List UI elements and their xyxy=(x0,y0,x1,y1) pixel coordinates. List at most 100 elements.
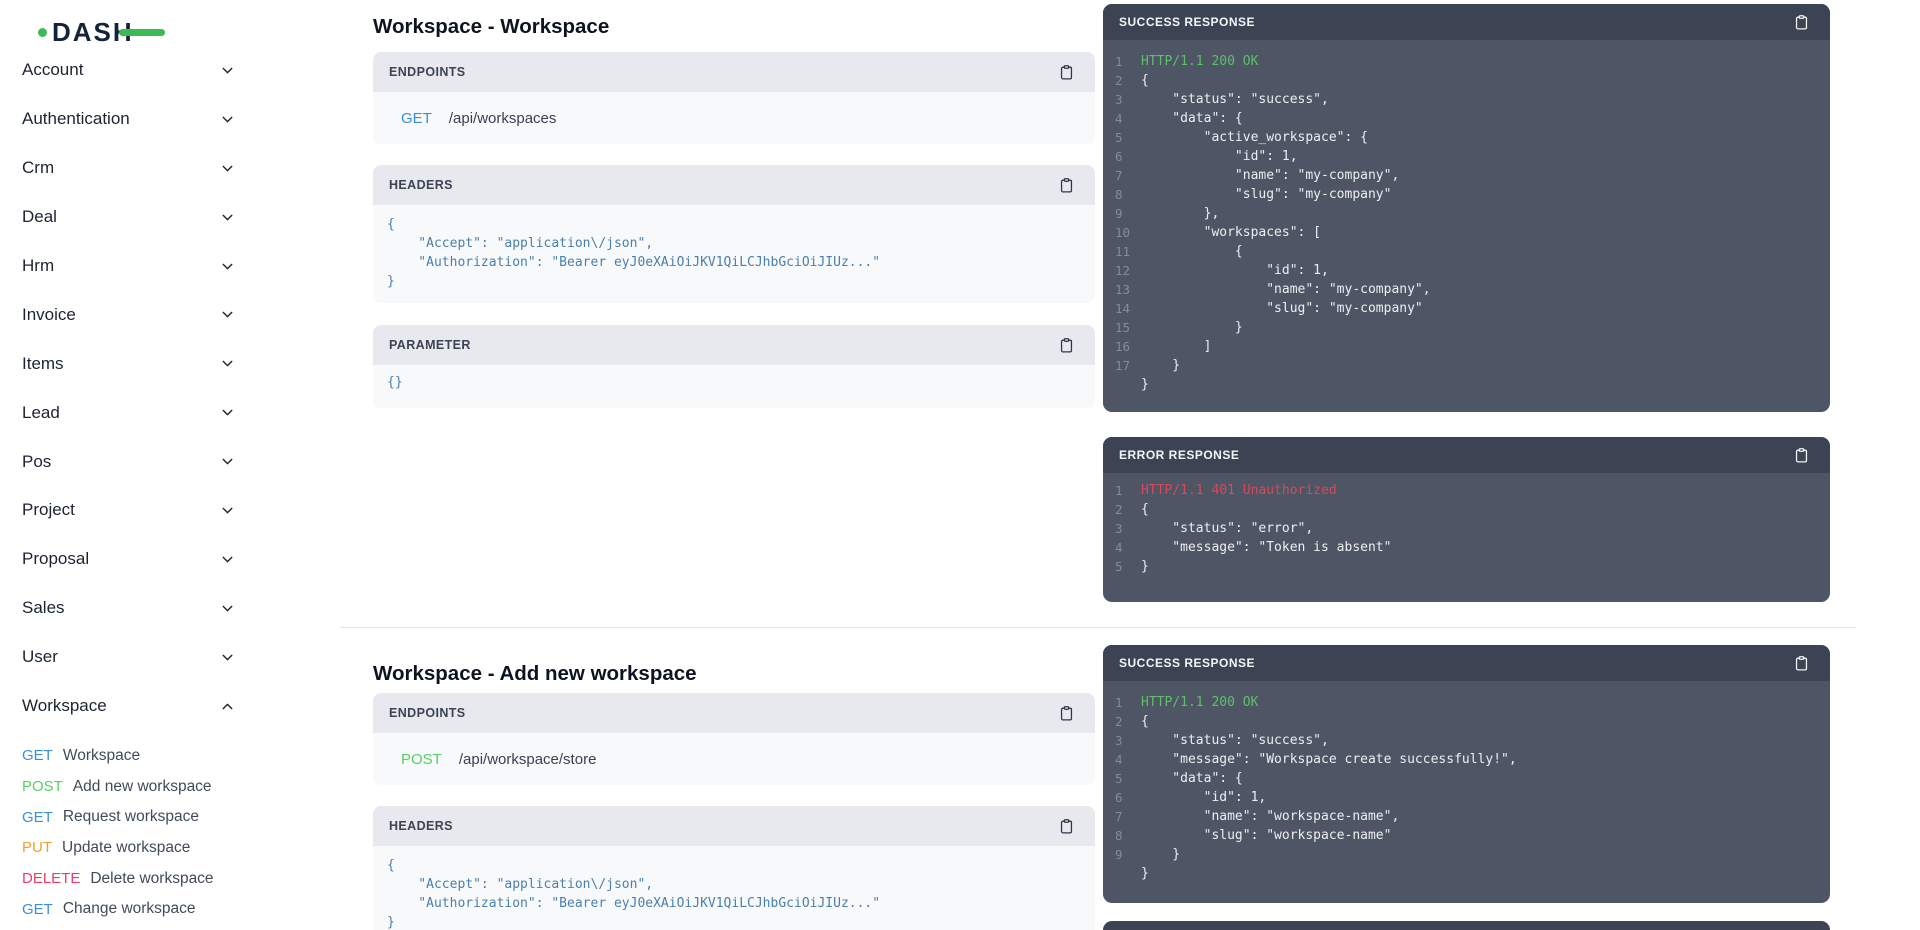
sidebar-subitem-label: Delete workspace xyxy=(90,870,213,888)
sidebar-item-pos[interactable]: Pos xyxy=(22,437,236,486)
line-text: "workspaces": [ xyxy=(1141,223,1321,242)
line-text: "data": { xyxy=(1141,109,1243,128)
panel-header: HEADERS xyxy=(373,806,1095,846)
sidebar-item-items[interactable]: Items xyxy=(22,339,236,388)
line-number: 1 xyxy=(1115,481,1141,500)
code-line: 2{ xyxy=(1115,500,1830,519)
line-number: 4 xyxy=(1115,538,1141,557)
section-divider xyxy=(340,627,1856,628)
success-response-panel: SUCCESS RESPONSE 1HTTP/1.1 200 OK 2{ 3 "… xyxy=(1103,645,1830,903)
sidebar-subitem-add-new-workspace[interactable]: POST Add new workspace xyxy=(22,771,300,802)
code-line: 8 "slug": "workspace-name" xyxy=(1115,826,1830,845)
line-text: { xyxy=(1141,242,1243,261)
line-number: 3 xyxy=(1115,519,1141,538)
sidebar-subitem-delete-workspace[interactable]: DELETE Delete workspace xyxy=(22,863,300,894)
copy-button[interactable] xyxy=(1058,704,1075,723)
sidebar-subitem-label: Change workspace xyxy=(63,900,196,918)
endpoint-line: POST /api/workspace/store xyxy=(373,733,1095,785)
sidebar-item-sales[interactable]: Sales xyxy=(22,584,236,633)
sidebar-subitem-change-workspace[interactable]: GET Change workspace xyxy=(22,894,300,925)
sidebar-subitem-request-workspace[interactable]: GET Request workspace xyxy=(22,802,300,833)
code-line: "Authorization": "Bearer eyJ0eXAiOiJKV1Q… xyxy=(387,894,1079,913)
sidebar-item-workspace[interactable]: Workspace xyxy=(22,682,236,731)
sidebar-item-label: Pos xyxy=(22,452,51,472)
endpoint-line: GET /api/workspaces xyxy=(373,92,1095,144)
line-number: 8 xyxy=(1115,185,1141,204)
line-text: } xyxy=(1141,845,1180,864)
code-line: 15 } xyxy=(1115,318,1830,337)
code-line: { xyxy=(387,215,1079,234)
sidebar-item-user[interactable]: User xyxy=(22,633,236,682)
sidebar-item-authentication[interactable]: Authentication xyxy=(22,95,236,144)
line-text: "status": "error", xyxy=(1141,519,1313,538)
line-number: 1 xyxy=(1115,693,1141,712)
panel-header: SUCCESS RESPONSE xyxy=(1103,4,1830,40)
line-number: 2 xyxy=(1115,71,1141,90)
line-number: 16 xyxy=(1115,337,1141,356)
line-text: "slug": "my-company" xyxy=(1141,185,1391,204)
line-number: 9 xyxy=(1115,204,1141,223)
copy-button[interactable] xyxy=(1793,13,1810,32)
sidebar-item-label: Project xyxy=(22,500,75,520)
line-text: "status": "success", xyxy=(1141,90,1329,109)
copy-button[interactable] xyxy=(1793,654,1810,673)
line-number: 1 xyxy=(1115,52,1141,71)
line-number: 6 xyxy=(1115,788,1141,807)
line-text: "id": 1, xyxy=(1141,147,1298,166)
code-line: 3 "status": "success", xyxy=(1115,731,1830,750)
code-block: 1HTTP/1.1 401 Unauthorized 2{ 3 "status"… xyxy=(1103,473,1830,602)
line-text: { xyxy=(1141,71,1149,90)
app-logo[interactable]: DASH xyxy=(38,18,165,46)
panel-title: HEADERS xyxy=(389,819,453,833)
sidebar-subitem-update-workspace[interactable]: PUT Update workspace xyxy=(22,833,300,864)
code-line: 14 "slug": "my-company" xyxy=(1115,299,1830,318)
code-line: { xyxy=(387,856,1079,875)
sidebar-item-proposal[interactable]: Proposal xyxy=(22,535,236,584)
line-text: "id": 1, xyxy=(1141,261,1329,280)
line-text: ] xyxy=(1141,337,1211,356)
code-line: 1HTTP/1.1 200 OK xyxy=(1115,693,1830,712)
page: DASH Account Authentication Crm Deal Hrm xyxy=(0,0,1920,930)
code-line: 5 "data": { xyxy=(1115,769,1830,788)
panel-header: HEADERS xyxy=(373,165,1095,205)
sidebar-item-account[interactable]: Account xyxy=(22,46,236,95)
line-text: "data": { xyxy=(1141,769,1243,788)
code-block: {} xyxy=(373,365,1095,408)
copy-button[interactable] xyxy=(1058,176,1075,195)
copy-button[interactable] xyxy=(1058,817,1075,836)
chevron-down-icon xyxy=(219,160,236,177)
code-line: 9 }, xyxy=(1115,204,1830,223)
sidebar-subitem-workspace[interactable]: GET Workspace xyxy=(22,740,300,771)
logo-dash-icon xyxy=(119,29,165,36)
code-line: } xyxy=(387,913,1079,930)
sidebar-item-deal[interactable]: Deal xyxy=(22,193,236,242)
sidebar-item-invoice[interactable]: Invoice xyxy=(22,290,236,339)
method-badge: POST xyxy=(401,751,442,768)
panel-header: ERROR RESPONSE xyxy=(1103,921,1830,930)
chevron-down-icon xyxy=(219,258,236,275)
method-badge: DELETE xyxy=(22,870,80,887)
sidebar-item-project[interactable]: Project xyxy=(22,486,236,535)
code-line: 1HTTP/1.1 401 Unauthorized xyxy=(1115,481,1830,500)
chevron-down-icon xyxy=(219,600,236,617)
panel-header: SUCCESS RESPONSE xyxy=(1103,645,1830,681)
sidebar-item-crm[interactable]: Crm xyxy=(22,144,236,193)
line-number xyxy=(1115,864,1141,883)
sidebar-item-label: Crm xyxy=(22,158,54,178)
code-line: 8 "slug": "my-company" xyxy=(1115,185,1830,204)
sidebar-item-hrm[interactable]: Hrm xyxy=(22,242,236,291)
clipboard-icon xyxy=(1793,654,1810,673)
copy-button[interactable] xyxy=(1793,446,1810,465)
sidebar-item-label: User xyxy=(22,647,58,667)
sidebar-item-lead[interactable]: Lead xyxy=(22,388,236,437)
headers-panel: HEADERS { "Accept": "application\/json",… xyxy=(373,165,1095,303)
code-line: 7 "name": "workspace-name", xyxy=(1115,807,1830,826)
copy-button[interactable] xyxy=(1058,63,1075,82)
code-line: 5} xyxy=(1115,557,1830,576)
line-text: } xyxy=(1141,864,1149,883)
copy-button[interactable] xyxy=(1058,336,1075,355)
line-number: 14 xyxy=(1115,299,1141,318)
code-line: 7 "name": "my-company", xyxy=(1115,166,1830,185)
code-line: 1HTTP/1.1 200 OK xyxy=(1115,52,1830,71)
code-line: 5 "active_workspace": { xyxy=(1115,128,1830,147)
